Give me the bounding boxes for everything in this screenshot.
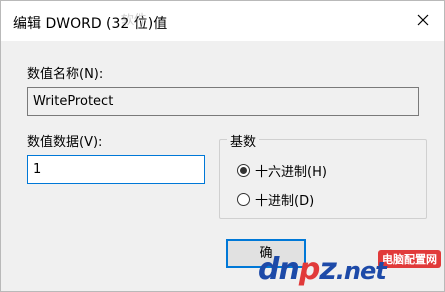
close-icon <box>417 14 429 26</box>
watermark-d: dn <box>258 252 300 287</box>
radio-unselected-icon <box>237 193 250 206</box>
watermark-net: .net <box>335 257 387 285</box>
close-button[interactable] <box>408 7 438 33</box>
watermark-main: dnpz.net <box>258 252 387 287</box>
watermark-tag: 电脑配置网 <box>378 250 441 268</box>
title-ghost-text: 软件 <box>120 12 148 29</box>
value-data-label: 数值数据(V): <box>27 135 103 150</box>
radio-hexadecimal-label: 十六进制(H) <box>255 165 327 180</box>
radio-decimal[interactable]: 十进制(D) <box>237 190 314 209</box>
value-data-input[interactable]: 1 <box>27 155 205 184</box>
value-name-field: WriteProtect <box>27 87 419 116</box>
title-bar[interactable]: 编辑 DWORD (32 位)值 软件 <box>1 1 444 41</box>
radio-decimal-label: 十进制(D) <box>255 194 315 209</box>
radio-selected-icon <box>237 164 250 177</box>
value-name-label: 数值名称(N): <box>27 67 104 82</box>
radio-hexadecimal[interactable]: 十六进制(H) <box>237 161 327 180</box>
watermark-logo: 电脑配置网 dnpz.net <box>258 246 445 292</box>
watermark-p: p <box>298 252 321 287</box>
watermark-z: z <box>319 252 336 287</box>
base-group-label: 基数 <box>227 131 260 150</box>
